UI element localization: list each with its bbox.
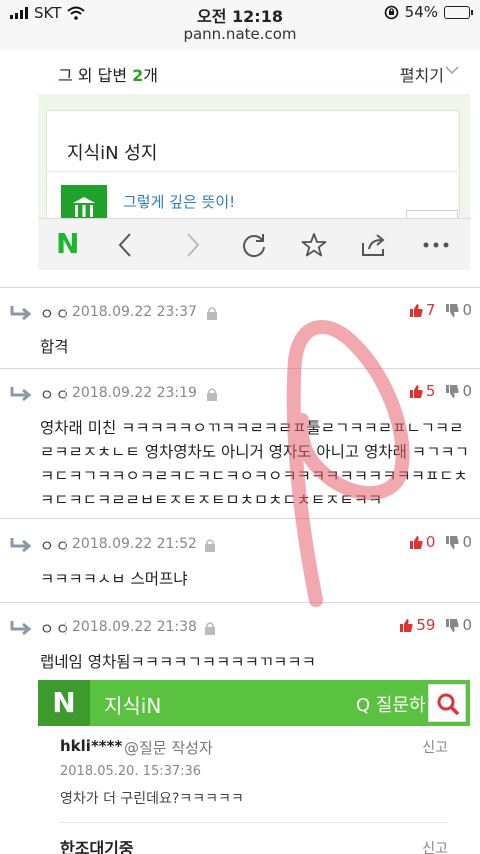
expand-button[interactable]: 펼치기: [400, 62, 444, 86]
thumbs-down-icon: [446, 535, 460, 549]
comment-author[interactable]: ㅇㅇ: [40, 535, 72, 556]
thumbs-down-count: 0: [462, 301, 472, 319]
comment-author[interactable]: ㅇㅇ: [40, 384, 72, 405]
naver-logo: N: [38, 680, 90, 726]
kin-header: N 지식iN Q 질문하: [38, 680, 470, 726]
thumbs-up-button[interactable]: 0: [409, 533, 436, 551]
kin-report-label: 신고: [422, 841, 448, 854]
more-answers-count: 2: [132, 66, 144, 85]
card-title: 지식iN 성지: [67, 143, 158, 164]
naver-logo[interactable]: N: [56, 229, 82, 259]
kin-embedded-image: N 지식iN Q 질문하 hkli**** @질문 작성자 신고 2018.05…: [38, 680, 470, 854]
divider: [0, 518, 480, 519]
vote-group: 59 0: [399, 616, 472, 634]
vote-group: 7 0: [409, 301, 472, 319]
thumbs-down-button[interactable]: 0: [445, 616, 472, 634]
comment-text: ㅋㅋㅋㅋㅅㅂ 스머프냐: [40, 570, 188, 588]
card-link[interactable]: 그렇게 깊은 뜻이!: [123, 191, 235, 212]
thumbs-down-count: 0: [462, 382, 472, 400]
more-answers-label: 그 외 답변 2개: [58, 66, 159, 85]
thumbs-down-count: 0: [462, 616, 472, 634]
battery-icon: [444, 5, 473, 19]
divider: [0, 602, 480, 603]
report-lock-icon[interactable]: [204, 621, 216, 636]
thumbs-up-button[interactable]: 7: [409, 301, 436, 319]
thumbs-down-button[interactable]: 0: [445, 301, 472, 319]
share-icon: [362, 234, 385, 256]
comment-date: 2018.09.22 23:37: [65, 304, 197, 320]
thumbs-down-button[interactable]: 0: [445, 533, 472, 551]
thumbs-up-icon: [409, 303, 423, 317]
kin-date: 2018.05.20. 15:37:36: [60, 764, 202, 779]
more-answers-bar[interactable]: 그 외 답변 2개 펼치기: [38, 50, 470, 94]
back-button[interactable]: [110, 229, 142, 261]
refresh-icon: [243, 234, 265, 258]
thumbs-down-button[interactable]: 0: [445, 382, 472, 400]
thumbs-up-button[interactable]: 59: [399, 616, 435, 634]
divider: [0, 368, 480, 369]
more-button[interactable]: [420, 229, 452, 261]
star-icon: [301, 233, 327, 257]
comment-text: 영차래 미친 ㅋㅋㅋㅋㅋㅇㄲㅋㅋㄹㅋㄹㅍ툴ㄹㄱㅋㅋㄹㅍㄴㄱㅋㄹㄹㅋㄹㅈㅊㄴㅌ 영…: [40, 419, 469, 509]
comment-date: 2018.09.22 21:52: [65, 536, 197, 552]
reply-arrow-icon: [10, 538, 32, 553]
thumbs-down-icon: [446, 618, 460, 632]
reply-arrow-icon: [10, 387, 32, 402]
browser-toolbar: N: [38, 218, 470, 270]
forward-button[interactable]: [176, 229, 208, 261]
forward-icon: [187, 233, 200, 257]
more-icon: [423, 242, 449, 248]
comment-author[interactable]: ㅇㅇ: [40, 618, 72, 639]
vote-group: 0 0: [409, 533, 472, 551]
kin-next-user: 한조대기중: [60, 839, 134, 854]
comment-text: 랩네임 영차됨ㅋㅋㅋㅋㄱㅋㅋㅋㅋㄲㅋㅋㅋ: [40, 653, 316, 671]
battery-percent: 54%: [404, 3, 438, 21]
status-bar: SKT 오전 12:18 pann.nate.com 54%: [0, 0, 480, 50]
bookmark-button[interactable]: [298, 229, 330, 261]
thumbs-up-icon: [409, 384, 423, 398]
thumbs-down-icon: [446, 303, 460, 317]
comment-date: 2018.09.22 21:38: [65, 619, 197, 635]
thumbs-down-count: 0: [462, 533, 472, 551]
search-icon: [437, 693, 460, 716]
thumbs-up-count: 5: [425, 382, 436, 400]
thumbs-up-count: 0: [425, 533, 436, 551]
vote-group: 5 0: [409, 382, 472, 400]
orientation-lock-icon: [384, 5, 398, 19]
comment-text: 합격: [40, 338, 69, 356]
kin-report-label: 신고: [422, 740, 448, 756]
thumbs-up-count: 59: [416, 616, 436, 634]
battery-group: 54%: [384, 3, 473, 21]
kin-username: hkli****: [60, 737, 123, 755]
report-lock-icon[interactable]: [204, 538, 216, 553]
thumbs-up-icon: [409, 535, 423, 549]
ask-question-label: Q 질문하: [356, 695, 426, 716]
refresh-button[interactable]: [238, 229, 270, 261]
kin-title: 지식iN: [104, 694, 162, 718]
kin-user-role: @질문 작성자: [124, 739, 213, 757]
report-lock-icon[interactable]: [206, 306, 218, 321]
thumbs-down-icon: [446, 384, 460, 398]
reply-arrow-icon: [10, 306, 32, 321]
divider: [47, 171, 459, 172]
url-label[interactable]: pann.nate.com: [0, 25, 480, 43]
kin-search-button: [428, 684, 466, 722]
thumbs-up-button[interactable]: 5: [409, 382, 436, 400]
divider: [60, 822, 448, 823]
back-icon: [118, 233, 131, 257]
comment-author[interactable]: ㅇㅇ: [40, 303, 72, 324]
chevron-down-icon: [445, 66, 459, 75]
comment-date: 2018.09.22 23:19: [65, 385, 197, 401]
share-button[interactable]: [358, 229, 390, 261]
kin-text: 영차가 더 구린데요?ㅋㅋㅋㅋㅋ: [60, 791, 244, 807]
thumbs-up-count: 7: [425, 301, 436, 319]
report-lock-icon[interactable]: [206, 387, 218, 402]
divider: [0, 287, 480, 288]
thumbs-up-icon: [400, 618, 414, 632]
reply-arrow-icon: [10, 621, 32, 636]
